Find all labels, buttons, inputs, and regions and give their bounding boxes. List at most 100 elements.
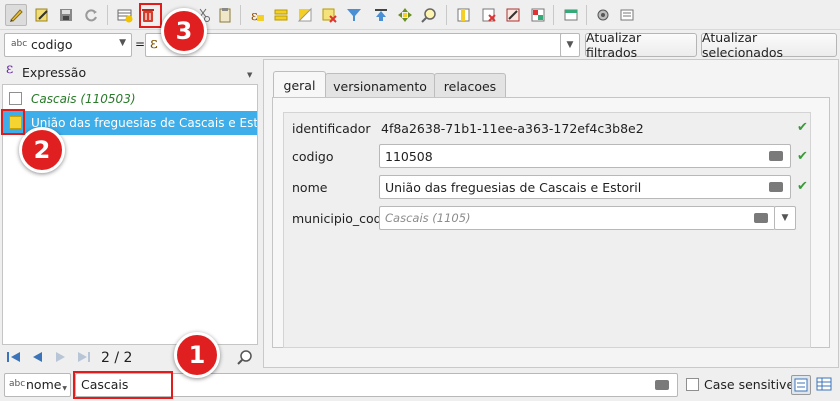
identificador-value: 4f8a2638-71b1-11ee-a363-172ef4c3b8e2 [381, 120, 644, 136]
deselect-all-button[interactable] [318, 4, 340, 26]
filter-value-input[interactable]: ε [145, 33, 579, 57]
clear-icon[interactable] [769, 151, 783, 161]
callout-2: 2 [19, 127, 65, 173]
actions-button[interactable] [592, 4, 614, 26]
municipio-cod-dropdown[interactable]: ▼ [774, 206, 796, 230]
invert-selection-button[interactable] [294, 4, 316, 26]
filter-button[interactable] [343, 4, 365, 26]
table-view-icon [816, 377, 832, 391]
add-feature-icon [117, 9, 133, 23]
select-all-button[interactable] [270, 4, 292, 26]
search-field-select[interactable]: abc nome ▼ [4, 373, 71, 397]
tab-geral[interactable]: geral [273, 71, 326, 98]
reload-button[interactable] [80, 4, 102, 26]
chevron-down-icon: ▼ [781, 213, 789, 223]
case-sensitive-label: Case sensitive [704, 377, 795, 392]
first-page-icon[interactable] [6, 350, 22, 364]
expression-epsilon-icon[interactable]: ε [150, 34, 158, 52]
multi-edit-icon [35, 8, 48, 22]
svg-text:ε: ε [251, 9, 258, 23]
list-item[interactable]: Cascais (110503) [3, 87, 257, 111]
field-label-nome: nome [292, 180, 328, 195]
zoom-to-selection-button[interactable] [418, 4, 440, 26]
chevron-down-icon: ▼ [62, 385, 67, 392]
delete-field-button[interactable] [478, 4, 500, 26]
pager-text: 2 / 2 [101, 350, 133, 366]
attribute-table-toolbar: ε [0, 0, 840, 30]
multi-edit-button[interactable] [31, 4, 53, 26]
field-label-identificador: identificador [292, 121, 371, 136]
expression-header-label[interactable]: Expressão [22, 65, 86, 80]
form-view-toggle[interactable] [791, 375, 811, 395]
zoom-icon[interactable] [237, 349, 253, 365]
highlight-search-input [73, 371, 173, 399]
paste-features-button[interactable] [214, 4, 236, 26]
municipio-cod-input[interactable]: Cascais (1105) [379, 206, 775, 230]
previous-page-icon[interactable] [30, 350, 44, 364]
add-feature-button[interactable] [114, 4, 136, 26]
actions-icon [597, 9, 609, 21]
table-view-toggle[interactable] [815, 375, 835, 395]
pan-to-selection-icon [398, 8, 412, 22]
filter-icon [347, 9, 361, 21]
move-selection-top-icon [375, 9, 387, 21]
dock-button[interactable] [560, 4, 582, 26]
highlight-selected-checkbox [1, 109, 25, 135]
new-field-button[interactable] [453, 4, 475, 26]
chevron-down-icon: ▼ [119, 38, 126, 48]
list-item-label: Cascais (110503) [31, 92, 136, 106]
dock-icon [564, 9, 578, 21]
reload-icon [85, 9, 97, 22]
update-filtered-button[interactable]: Atualizar filtrados [585, 30, 697, 60]
delete-field-icon [482, 8, 496, 22]
filter-field-select[interactable]: abc codigo ▼ [4, 33, 132, 57]
form-view-icon [794, 378, 808, 392]
field-type-tag: abc [9, 379, 26, 389]
pager: 2 / 2 [4, 348, 260, 368]
filter-value-dropdown[interactable]: ▼ [560, 33, 580, 57]
valid-check-icon: ✔ [797, 120, 808, 135]
save-edits-icon [60, 9, 72, 21]
form-view-icon [620, 9, 634, 21]
tab-versionamento[interactable]: versionamento [325, 73, 435, 98]
update-selected-button[interactable]: Atualizar selecionados [701, 30, 837, 60]
next-page-icon[interactable] [54, 350, 68, 364]
feature-list: Cascais (110503) União das freguesias de… [2, 84, 258, 345]
paste-icon [219, 8, 231, 23]
deselect-icon [322, 8, 337, 23]
field-calculator-icon [506, 8, 520, 22]
nome-input[interactable]: União das freguesias de Cascais e Estori… [379, 175, 791, 199]
clear-icon[interactable] [754, 213, 768, 223]
select-all-icon [274, 9, 288, 21]
equals-sign: = [135, 37, 146, 51]
conditional-formatting-button[interactable] [527, 4, 549, 26]
pan-to-selection-button[interactable] [394, 4, 416, 26]
chevron-down-icon[interactable]: ▼ [247, 71, 252, 79]
zoom-to-selection-icon [421, 8, 436, 23]
valid-check-icon: ✔ [797, 149, 808, 164]
feature-checkbox[interactable] [9, 92, 22, 105]
field-label-municipio-cod: municipio_cod [292, 211, 382, 226]
select-by-expression-button[interactable]: ε [246, 4, 268, 26]
codigo-input[interactable]: 110508 [379, 144, 791, 168]
case-sensitive-checkbox[interactable] [686, 378, 699, 391]
last-page-icon[interactable] [76, 350, 92, 364]
filter-field-name: codigo [31, 37, 73, 52]
clear-icon[interactable] [655, 380, 669, 390]
list-item-label: União das freguesias de Cascais e Estori… [31, 116, 257, 130]
tab-relacoes[interactable]: relacoes [434, 73, 506, 98]
expression-select-icon: ε [251, 9, 264, 23]
field-type-tag: abc [11, 39, 28, 49]
save-edits-button[interactable] [55, 4, 77, 26]
clear-icon[interactable] [769, 182, 783, 192]
form-view-button[interactable] [616, 4, 638, 26]
expression-header-icon: ε [6, 61, 14, 77]
move-selection-top-button[interactable] [370, 4, 392, 26]
conditional-formatting-icon [531, 8, 545, 22]
field-label-codigo: codigo [292, 149, 334, 164]
toggle-editing-button[interactable] [5, 4, 27, 26]
callout-1: 1 [174, 332, 220, 378]
highlight-delete-feature [139, 3, 162, 28]
field-calculator-button[interactable] [502, 4, 524, 26]
new-field-icon [457, 8, 470, 22]
